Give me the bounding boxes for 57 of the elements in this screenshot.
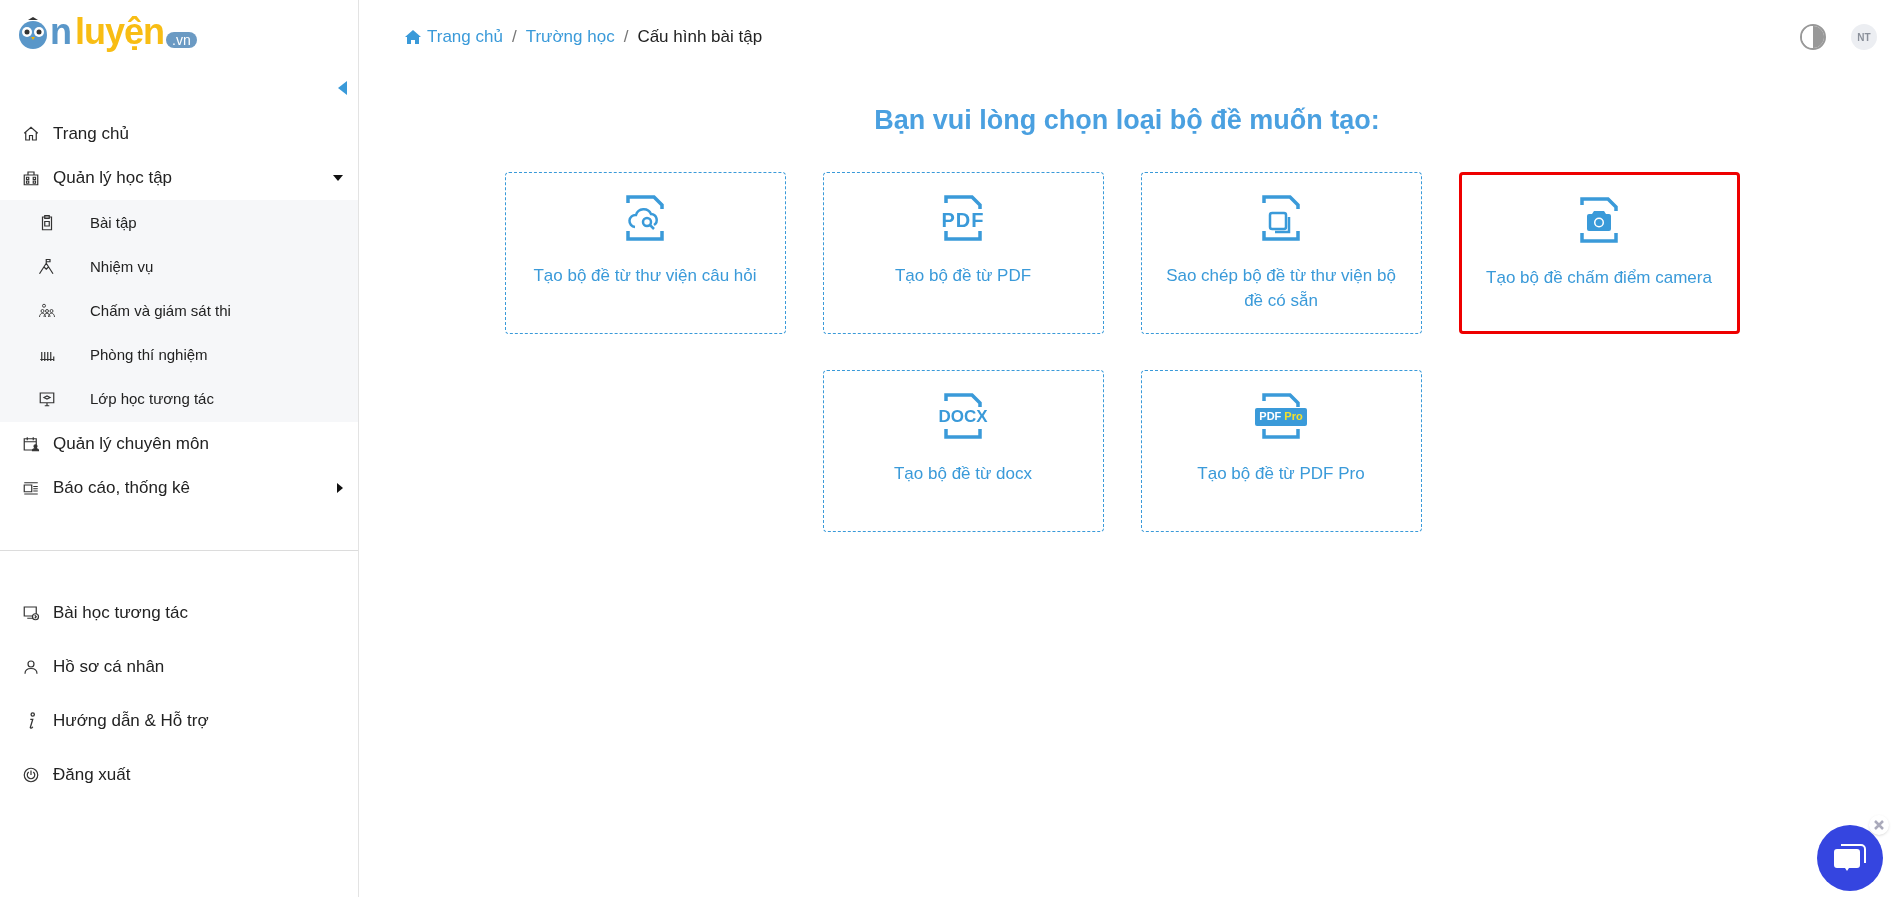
breadcrumb-separator: / <box>511 26 517 49</box>
file-type-text: DOCX <box>938 407 988 425</box>
sidebar-item-label: Trang chủ <box>53 123 130 146</box>
people-icon <box>38 302 56 320</box>
sidebar-item-label: Báo cáo, thống kê <box>53 477 192 500</box>
sidebar-item[interactable]: Hướng dẫn & Hỗ trợ <box>0 699 358 743</box>
home-icon <box>22 125 40 143</box>
sidebar-item[interactable]: Bài học tương tác <box>0 591 358 635</box>
home-icon <box>405 30 421 44</box>
option-card-label: Tạo bộ đề từ PDF <box>893 264 1033 287</box>
file-type-text: PDF <box>940 209 986 230</box>
sidebar-item[interactable]: Báo cáo, thống kê <box>0 466 358 510</box>
sidebar-item-label: Đăng xuất <box>53 764 132 787</box>
report-icon <box>22 479 40 497</box>
sidebar-item[interactable]: Phòng thí nghiệm <box>0 333 358 377</box>
sidebar-item[interactable]: Quản lý học tập <box>0 156 358 200</box>
breadcrumb-current: Cấu hình bài tập <box>637 26 763 49</box>
option-card-label: Tạo bộ đề chấm điểm camera <box>1485 266 1713 289</box>
close-button[interactable] <box>1869 815 1889 835</box>
logo: nluyện .vn <box>16 14 197 50</box>
owl-icon <box>16 16 50 50</box>
option-card-label: Tạo bộ đề từ docx <box>893 462 1033 485</box>
sidebar-item[interactable]: Đăng xuất <box>0 753 358 797</box>
option-card-label: Sao chép bộ đề từ thư viện bộ đề có sẵn <box>1165 264 1397 312</box>
lesson-screen-icon <box>22 604 40 622</box>
sidebar-item[interactable]: Nhiệm vụ <box>0 245 358 289</box>
sidebar-item-label: Lớp học tương tác <box>90 388 215 409</box>
page-heading: Bạn vui lòng chọn loại bộ đề muốn tạo: <box>873 104 1381 137</box>
collapse-sidebar-button[interactable] <box>338 80 348 96</box>
monitor-icon <box>38 390 56 408</box>
sidebar-item-label: Quản lý học tập <box>53 167 174 190</box>
sidebar-item-label: Quản lý chuyên môn <box>53 433 210 456</box>
sidebar-item-label: Phòng thí nghiệm <box>90 344 209 365</box>
sidebar-item-label: Hồ sơ cá nhân <box>53 656 166 679</box>
sidebar-item-label: Bài tập <box>90 212 138 233</box>
sidebar-item-label: Hướng dẫn & Hỗ trợ <box>53 710 210 733</box>
building-icon <box>22 169 40 187</box>
option-card-label: Tạo bộ đề từ thư viện câu hỏi <box>532 264 758 287</box>
sidebar-item-label: Bài học tương tác <box>53 602 189 625</box>
user-icon <box>22 658 40 676</box>
calendar-person-icon <box>22 435 40 453</box>
sidebar-item[interactable]: Quản lý chuyên môn <box>0 422 358 466</box>
sidebar-item-label: Chấm và giám sát thi <box>90 300 232 321</box>
breadcrumb-separator: / <box>623 26 629 49</box>
close-icon <box>1874 820 1884 830</box>
sidebar-item[interactable]: Hồ sơ cá nhân <box>0 645 358 689</box>
sidebar-item-label: Nhiệm vụ <box>90 256 155 277</box>
sidebar-item[interactable]: Trang chủ <box>0 112 358 156</box>
chat-bubble-icon <box>1833 843 1867 873</box>
sidebar-item[interactable]: Chấm và giám sát thi <box>0 289 358 333</box>
option-card-label: Tạo bộ đề từ PDF Pro <box>1196 462 1366 485</box>
pdf-pro-badge: PDF Pro <box>1255 407 1307 426</box>
sidebar-item[interactable]: Lớp học tương tác <box>0 377 358 421</box>
power-icon <box>22 766 40 784</box>
sidebar-item[interactable]: Bài tập <box>0 201 358 245</box>
theme-toggle-icon[interactable] <box>1800 24 1826 50</box>
mountain-flag-icon <box>38 258 56 276</box>
